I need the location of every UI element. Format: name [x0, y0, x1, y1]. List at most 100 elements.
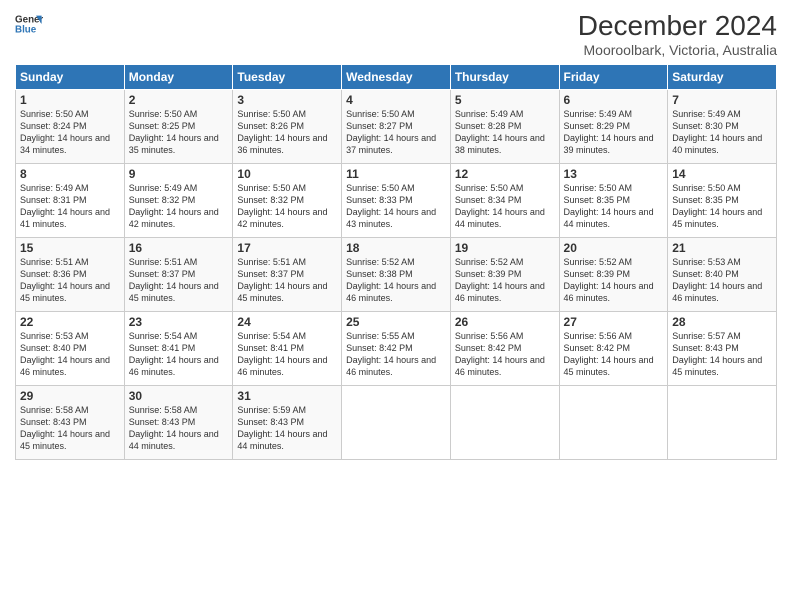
logo-icon: General Blue [15, 10, 43, 38]
day-cell: 18 Sunrise: 5:52 AMSunset: 8:38 PMDayligh… [342, 238, 451, 312]
day-number: 7 [672, 93, 772, 107]
day-number: 31 [237, 389, 337, 403]
day-cell: 23 Sunrise: 5:54 AMSunset: 8:41 PMDayligh… [124, 312, 233, 386]
day-number: 19 [455, 241, 555, 255]
cell-text: Sunrise: 5:49 AMSunset: 8:30 PMDaylight:… [672, 109, 762, 155]
day-cell [450, 386, 559, 460]
day-number: 23 [129, 315, 229, 329]
day-number: 24 [237, 315, 337, 329]
col-header-sunday: Sunday [16, 65, 125, 90]
day-number: 4 [346, 93, 446, 107]
cell-text: Sunrise: 5:58 AMSunset: 8:43 PMDaylight:… [20, 405, 110, 451]
day-cell: 17 Sunrise: 5:51 AMSunset: 8:37 PMDayligh… [233, 238, 342, 312]
day-number: 18 [346, 241, 446, 255]
cell-text: Sunrise: 5:52 AMSunset: 8:39 PMDaylight:… [455, 257, 545, 303]
col-header-tuesday: Tuesday [233, 65, 342, 90]
cell-text: Sunrise: 5:59 AMSunset: 8:43 PMDaylight:… [237, 405, 327, 451]
week-row-1: 1 Sunrise: 5:50 AMSunset: 8:24 PMDaylight… [16, 90, 777, 164]
col-header-thursday: Thursday [450, 65, 559, 90]
cell-text: Sunrise: 5:49 AMSunset: 8:28 PMDaylight:… [455, 109, 545, 155]
cell-text: Sunrise: 5:52 AMSunset: 8:39 PMDaylight:… [564, 257, 654, 303]
cell-text: Sunrise: 5:53 AMSunset: 8:40 PMDaylight:… [672, 257, 762, 303]
cell-text: Sunrise: 5:50 AMSunset: 8:34 PMDaylight:… [455, 183, 545, 229]
col-header-saturday: Saturday [668, 65, 777, 90]
day-cell: 29Sunrise: 5:58 AMSunset: 8:43 PMDayligh… [16, 386, 125, 460]
day-number: 5 [455, 93, 555, 107]
day-number: 10 [237, 167, 337, 181]
cell-text: Sunrise: 5:49 AMSunset: 8:32 PMDaylight:… [129, 183, 219, 229]
day-cell: 28Sunrise: 5:57 AMSunset: 8:43 PMDayligh… [668, 312, 777, 386]
day-cell: 12 Sunrise: 5:50 AMSunset: 8:34 PMDayligh… [450, 164, 559, 238]
day-number: 1 [20, 93, 120, 107]
day-cell: 27Sunrise: 5:56 AMSunset: 8:42 PMDayligh… [559, 312, 668, 386]
cell-text: Sunrise: 5:52 AMSunset: 8:38 PMDaylight:… [346, 257, 436, 303]
calendar-table: SundayMondayTuesdayWednesdayThursdayFrid… [15, 64, 777, 460]
header: General Blue December 2024 Mooroolbark, … [15, 10, 777, 58]
page: General Blue December 2024 Mooroolbark, … [0, 0, 792, 612]
header-row: SundayMondayTuesdayWednesdayThursdayFrid… [16, 65, 777, 90]
day-cell: 6Sunrise: 5:49 AMSunset: 8:29 PMDaylight… [559, 90, 668, 164]
title-block: December 2024 Mooroolbark, Victoria, Aus… [578, 10, 777, 58]
day-cell: 25 Sunrise: 5:55 AMSunset: 8:42 PMDayligh… [342, 312, 451, 386]
day-cell: 11Sunrise: 5:50 AMSunset: 8:33 PMDayligh… [342, 164, 451, 238]
cell-text: Sunrise: 5:50 AMSunset: 8:24 PMDaylight:… [20, 109, 110, 155]
day-cell: 24 Sunrise: 5:54 AMSunset: 8:41 PMDayligh… [233, 312, 342, 386]
week-row-2: 8Sunrise: 5:49 AMSunset: 8:31 PMDaylight… [16, 164, 777, 238]
cell-text: Sunrise: 5:50 AMSunset: 8:35 PMDaylight:… [564, 183, 654, 229]
day-number: 8 [20, 167, 120, 181]
day-cell: 1 Sunrise: 5:50 AMSunset: 8:24 PMDaylight… [16, 90, 125, 164]
day-number: 2 [129, 93, 229, 107]
day-number: 17 [237, 241, 337, 255]
day-number: 9 [129, 167, 229, 181]
day-cell: 14 Sunrise: 5:50 AMSunset: 8:35 PMDayligh… [668, 164, 777, 238]
day-cell [559, 386, 668, 460]
cell-text: Sunrise: 5:50 AMSunset: 8:26 PMDaylight:… [237, 109, 327, 155]
cell-text: Sunrise: 5:51 AMSunset: 8:37 PMDaylight:… [237, 257, 327, 303]
main-title: December 2024 [578, 10, 777, 42]
day-number: 27 [564, 315, 664, 329]
day-number: 21 [672, 241, 772, 255]
day-number: 16 [129, 241, 229, 255]
day-cell: 31 Sunrise: 5:59 AMSunset: 8:43 PMDayligh… [233, 386, 342, 460]
day-number: 14 [672, 167, 772, 181]
logo: General Blue [15, 10, 43, 38]
cell-text: Sunrise: 5:58 AMSunset: 8:43 PMDaylight:… [129, 405, 219, 451]
col-header-monday: Monday [124, 65, 233, 90]
day-cell [668, 386, 777, 460]
cell-text: Sunrise: 5:56 AMSunset: 8:42 PMDaylight:… [455, 331, 545, 377]
cell-text: Sunrise: 5:50 AMSunset: 8:32 PMDaylight:… [237, 183, 327, 229]
day-cell: 8Sunrise: 5:49 AMSunset: 8:31 PMDaylight… [16, 164, 125, 238]
week-row-3: 15Sunrise: 5:51 AMSunset: 8:36 PMDayligh… [16, 238, 777, 312]
cell-text: Sunrise: 5:50 AMSunset: 8:25 PMDaylight:… [129, 109, 219, 155]
day-number: 12 [455, 167, 555, 181]
cell-text: Sunrise: 5:54 AMSunset: 8:41 PMDaylight:… [129, 331, 219, 377]
day-number: 25 [346, 315, 446, 329]
day-cell: 22Sunrise: 5:53 AMSunset: 8:40 PMDayligh… [16, 312, 125, 386]
day-cell: 2 Sunrise: 5:50 AMSunset: 8:25 PMDaylight… [124, 90, 233, 164]
subtitle: Mooroolbark, Victoria, Australia [578, 42, 777, 58]
cell-text: Sunrise: 5:51 AMSunset: 8:36 PMDaylight:… [20, 257, 110, 303]
cell-text: Sunrise: 5:50 AMSunset: 8:35 PMDaylight:… [672, 183, 762, 229]
cell-text: Sunrise: 5:54 AMSunset: 8:41 PMDaylight:… [237, 331, 327, 377]
day-number: 11 [346, 167, 446, 181]
day-cell: 30Sunrise: 5:58 AMSunset: 8:43 PMDayligh… [124, 386, 233, 460]
day-number: 26 [455, 315, 555, 329]
svg-text:Blue: Blue [15, 24, 37, 35]
day-number: 22 [20, 315, 120, 329]
day-cell: 19 Sunrise: 5:52 AMSunset: 8:39 PMDayligh… [450, 238, 559, 312]
day-cell: 9 Sunrise: 5:49 AMSunset: 8:32 PMDaylight… [124, 164, 233, 238]
day-cell: 5 Sunrise: 5:49 AMSunset: 8:28 PMDaylight… [450, 90, 559, 164]
day-cell: 13 Sunrise: 5:50 AMSunset: 8:35 PMDayligh… [559, 164, 668, 238]
day-number: 20 [564, 241, 664, 255]
day-number: 13 [564, 167, 664, 181]
day-cell [342, 386, 451, 460]
cell-text: Sunrise: 5:50 AMSunset: 8:27 PMDaylight:… [346, 109, 436, 155]
col-header-friday: Friday [559, 65, 668, 90]
cell-text: Sunrise: 5:55 AMSunset: 8:42 PMDaylight:… [346, 331, 436, 377]
week-row-5: 29Sunrise: 5:58 AMSunset: 8:43 PMDayligh… [16, 386, 777, 460]
day-cell: 20 Sunrise: 5:52 AMSunset: 8:39 PMDayligh… [559, 238, 668, 312]
day-cell: 7 Sunrise: 5:49 AMSunset: 8:30 PMDaylight… [668, 90, 777, 164]
day-cell: 10 Sunrise: 5:50 AMSunset: 8:32 PMDayligh… [233, 164, 342, 238]
day-cell: 15Sunrise: 5:51 AMSunset: 8:36 PMDayligh… [16, 238, 125, 312]
day-cell: 16Sunrise: 5:51 AMSunset: 8:37 PMDayligh… [124, 238, 233, 312]
